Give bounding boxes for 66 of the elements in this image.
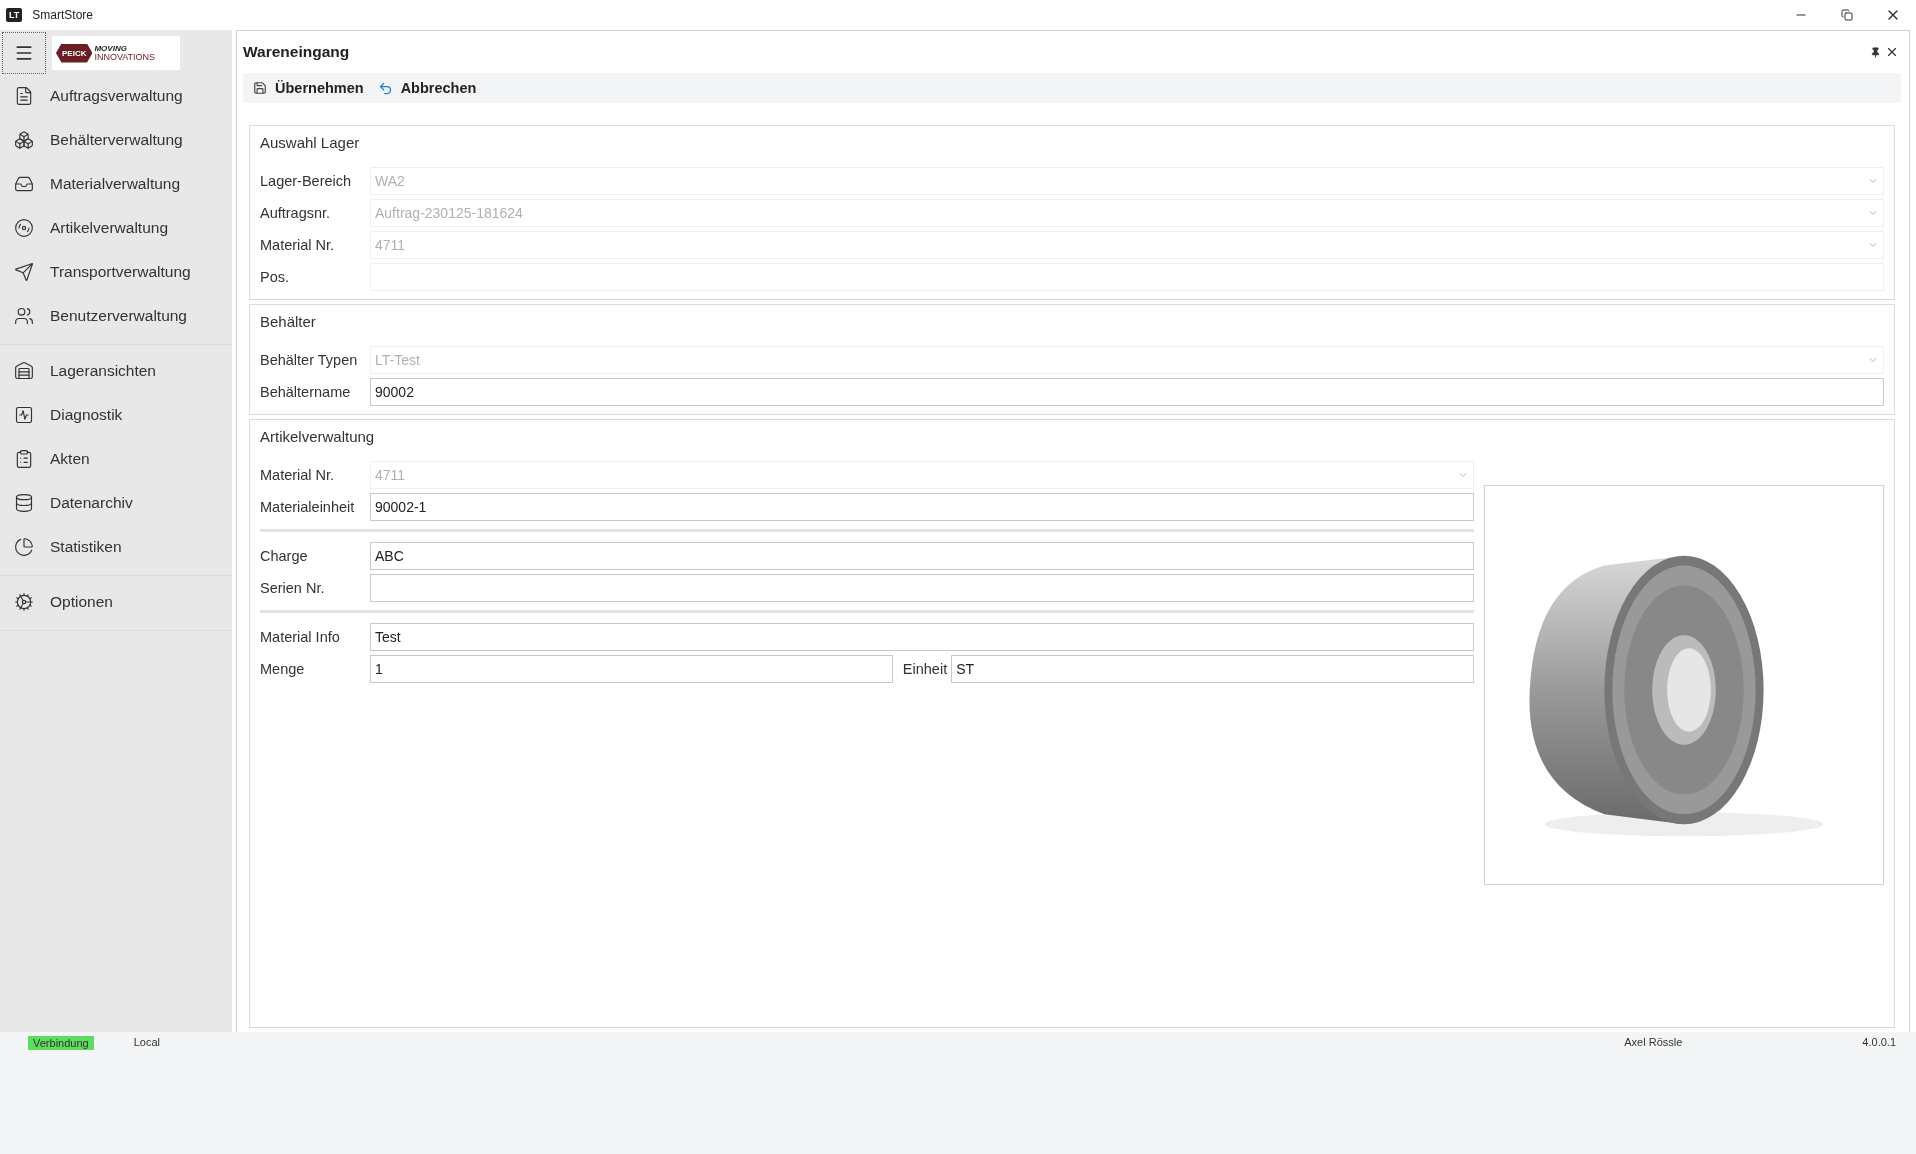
logo-text: MOVING <box>94 44 128 53</box>
field-label: Material Nr. <box>260 467 336 483</box>
menu-icon <box>14 43 34 63</box>
save-button[interactable]: Übernehmen <box>253 80 364 96</box>
sidebar-item[interactable]: Statistiken <box>0 525 232 569</box>
sidebar-item[interactable]: Akten <box>0 437 232 481</box>
clipboard-icon <box>14 449 34 469</box>
field-label: Auftragsnr. <box>260 205 332 221</box>
input-field[interactable]: 90002-1 <box>370 493 1474 521</box>
field-label: Material Info <box>260 629 341 645</box>
save-icon <box>253 81 267 95</box>
tray-icon <box>14 174 34 194</box>
close-icon <box>1885 45 1899 59</box>
page-title: Wareneingang <box>243 43 351 61</box>
sidebar-item[interactable]: Diagnostik <box>0 393 232 437</box>
input-field[interactable]: Test <box>370 623 1474 651</box>
undo-icon <box>377 80 393 96</box>
connection-badge: Verbindung <box>28 1036 94 1050</box>
sidebar-item[interactable]: Materialverwaltung <box>0 162 232 206</box>
field-label: Materialeinheit <box>260 499 356 515</box>
input-field[interactable]: 90002 <box>370 378 1884 406</box>
users-icon <box>14 306 34 326</box>
field-label: Pos. <box>260 269 290 285</box>
field-label: Charge <box>260 548 309 564</box>
input-field[interactable]: ABC <box>370 542 1474 570</box>
logo-text: INNOVATIONS <box>94 53 156 62</box>
field-label: Menge <box>260 661 306 677</box>
paper-plane-icon <box>14 262 34 282</box>
app-icon: LT <box>6 8 23 22</box>
logo-mark: PEICK <box>56 43 93 63</box>
settings-icon <box>14 592 34 612</box>
sidebar-item[interactable]: Datenarchiv <box>0 481 232 525</box>
group-title: Auswahl Lager <box>260 134 361 151</box>
sidebar-item[interactable]: Transportverwaltung <box>0 250 232 294</box>
sidebar-item[interactable]: Optionen <box>0 580 232 624</box>
user-name: Axel Rössle <box>1624 1036 1683 1048</box>
window-title: SmartStore <box>32 8 94 22</box>
sidebar-item[interactable]: Lageransichten <box>0 349 232 393</box>
sidebar-item[interactable]: Auftragsverwaltung <box>0 74 232 118</box>
activity-icon <box>14 405 34 425</box>
restore-icon <box>1841 9 1853 21</box>
input-field[interactable]: 1 <box>370 655 893 683</box>
sidebar-item[interactable]: Benutzerverwaltung <box>0 294 232 338</box>
cancel-button[interactable]: Abbrechen <box>377 80 477 96</box>
field-label: Behältername <box>260 384 352 400</box>
mode-text: Local <box>133 1036 160 1048</box>
group-title: Artikelverwaltung <box>260 428 376 445</box>
field-label: Material Nr. <box>260 237 336 253</box>
input-field[interactable]: ST <box>951 655 1474 683</box>
document-icon <box>14 86 34 106</box>
sidebar-item[interactable]: Behälterverwaltung <box>0 118 232 162</box>
pie-chart-icon <box>14 537 34 557</box>
field-label: Einheit <box>902 661 948 677</box>
menu-button[interactable] <box>2 32 46 74</box>
database-icon <box>14 493 34 513</box>
group-title: Behälter <box>260 313 317 330</box>
input-field[interactable] <box>370 574 1474 602</box>
field-label: Behälter Typen <box>260 352 359 368</box>
sidebar-item[interactable]: Artikelverwaltung <box>0 206 232 250</box>
field-label: Serien Nr. <box>260 580 326 596</box>
warehouse-icon <box>14 361 34 381</box>
disc-icon <box>14 218 34 238</box>
pin-icon <box>1870 46 1881 58</box>
version-text: 4.0.0.1 <box>1862 1036 1896 1048</box>
boxes-icon <box>14 130 34 150</box>
field-label: Lager-Bereich <box>260 173 353 189</box>
